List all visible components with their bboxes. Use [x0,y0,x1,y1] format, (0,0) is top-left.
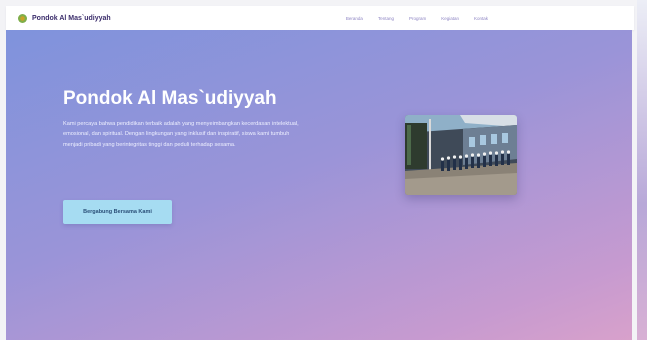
school-courtyard-photo [405,115,517,195]
nav-link-kontak[interactable]: Kontak [474,16,488,21]
nav-link-kegiatan[interactable]: Kegiatan [441,16,459,21]
hero-photo [405,115,517,195]
adjacent-slide-edge [637,0,647,340]
nav-links: Beranda Tentang Program Kegiatan Kontak [346,16,488,21]
nav-link-beranda[interactable]: Beranda [346,16,363,21]
join-button[interactable]: Bergabung Bersama Kami [63,200,172,224]
nav-link-program[interactable]: Program [409,16,426,21]
brand-name: Pondok Al Mas`udiyyah [32,14,111,22]
nav-link-tentang[interactable]: Tentang [378,16,394,21]
leaf-logo-icon [18,13,27,23]
hero-section [6,30,632,340]
navbar: Pondok Al Mas`udiyyah Beranda Tentang Pr… [6,6,634,30]
hero-description: Kami percaya bahwa pendidikan terbaik ad… [63,121,299,148]
brand[interactable]: Pondok Al Mas`udiyyah [18,13,111,23]
hero-title: Pondok Al Mas`udiyyah [63,88,277,109]
